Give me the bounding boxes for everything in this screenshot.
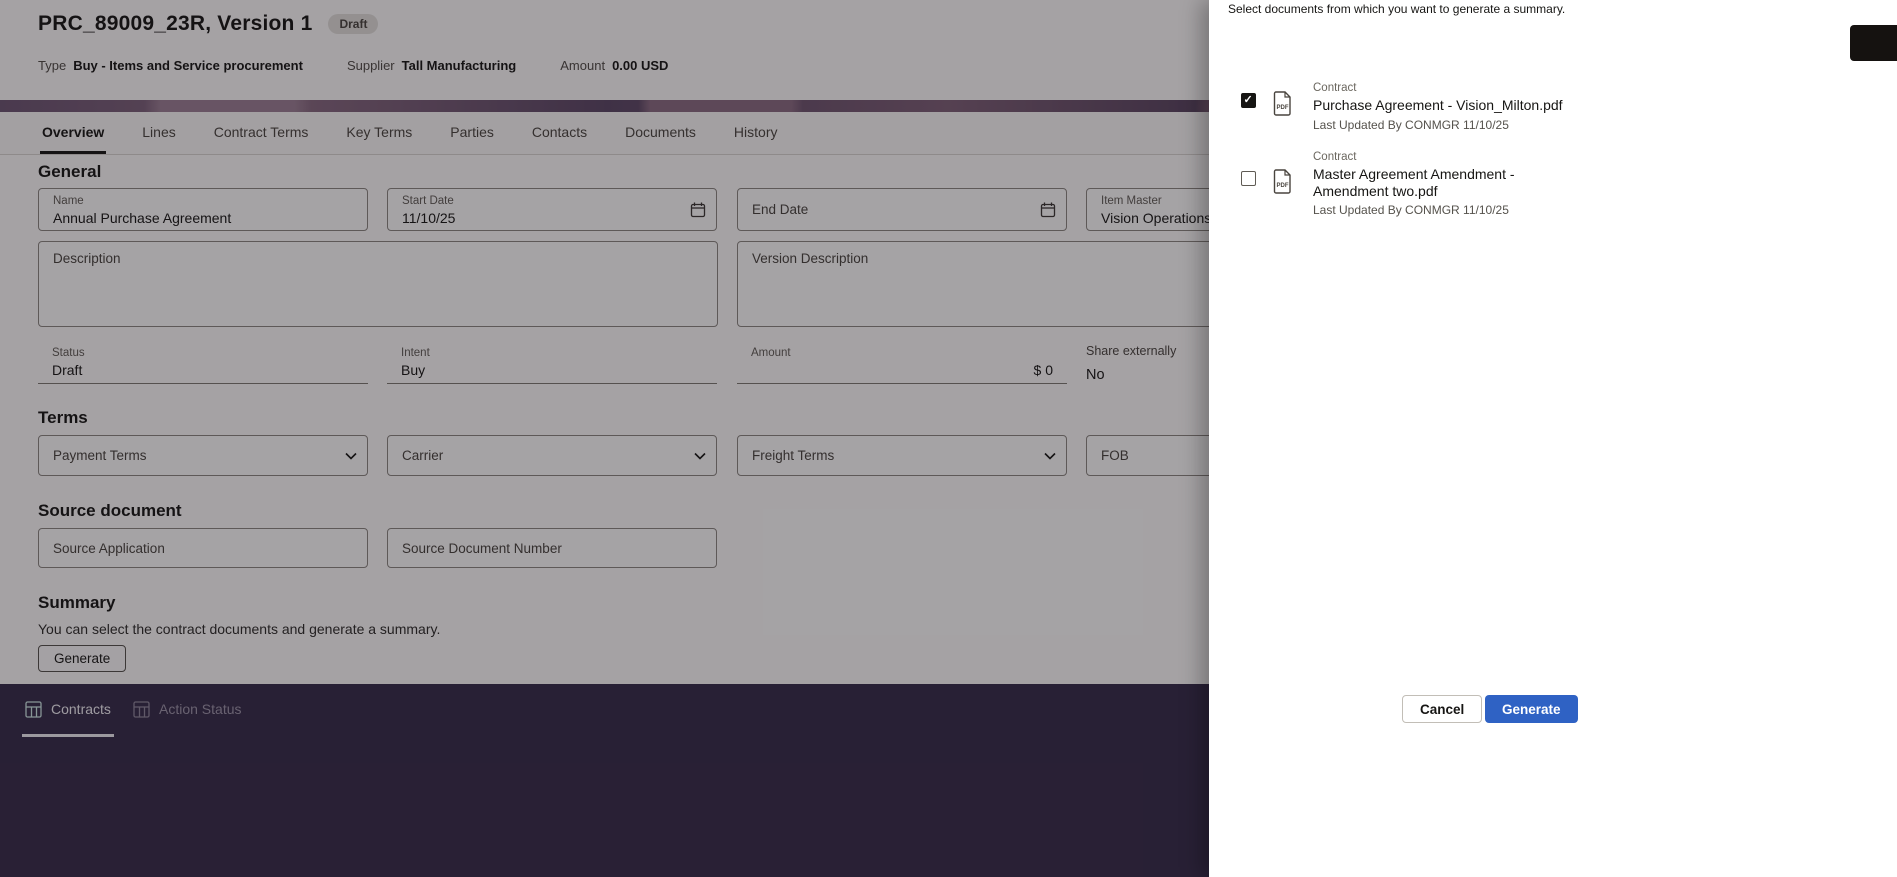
- document-updated: Last Updated By CONMGR 11/10/25: [1313, 203, 1509, 218]
- cancel-button[interactable]: Cancel: [1402, 695, 1483, 723]
- drawer-instruction: Select documents from which you want to …: [1228, 2, 1566, 16]
- document-checkbox[interactable]: [1241, 171, 1256, 186]
- drawer-corner-button[interactable]: [1850, 25, 1897, 61]
- document-list-item: PDF Contract Purchase Agreement - Vision…: [1209, 78, 1897, 142]
- generate-summary-drawer: Select documents from which you want to …: [1209, 0, 1897, 877]
- document-name: Master Agreement Amendment - Amendment t…: [1313, 166, 1515, 199]
- document-type: Contract: [1313, 82, 1357, 94]
- pdf-file-icon: PDF: [1273, 91, 1293, 116]
- document-updated: Last Updated By CONMGR 11/10/25: [1313, 117, 1509, 132]
- document-type: Contract: [1313, 151, 1357, 163]
- app-root: PRC_89009_23R, Version 1 Draft Type Buy …: [0, 0, 1897, 877]
- svg-text:PDF: PDF: [1277, 105, 1289, 111]
- document-checkbox[interactable]: [1241, 93, 1256, 108]
- pdf-file-icon: PDF: [1273, 169, 1293, 194]
- document-name: Purchase Agreement - Vision_Milton.pdf: [1313, 97, 1563, 113]
- svg-text:PDF: PDF: [1277, 183, 1289, 189]
- document-list-item: PDF Contract Master Agreement Amendment …: [1209, 147, 1897, 231]
- generate-button[interactable]: Generate: [1485, 695, 1578, 723]
